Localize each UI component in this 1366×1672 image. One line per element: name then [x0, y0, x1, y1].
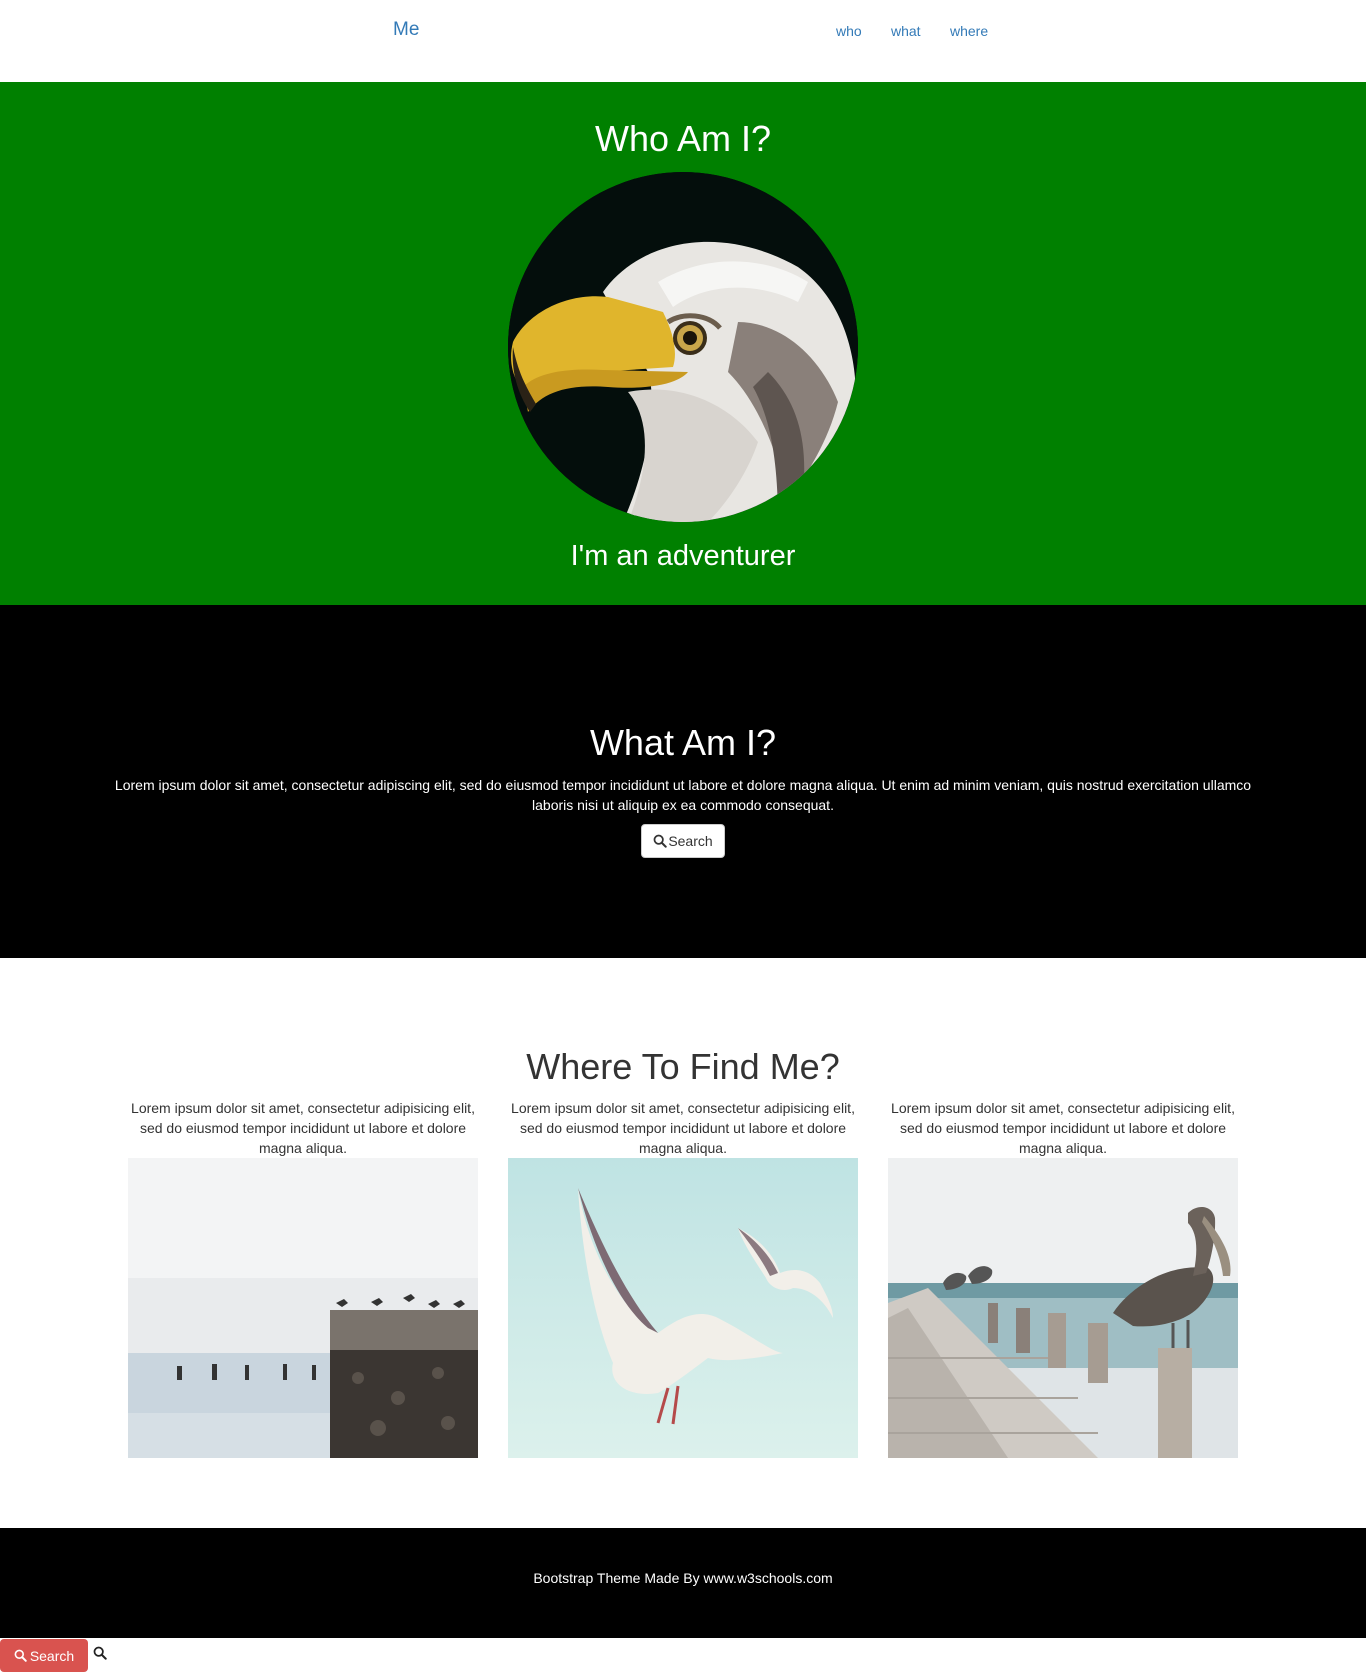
seagulls-flying-photo [508, 1158, 858, 1458]
bottom-search-label: Search [29, 1647, 75, 1664]
brand-link[interactable]: Me [393, 19, 419, 41]
nav-link-where[interactable]: where [950, 23, 988, 39]
where-column-text: Lorem ipsum dolor sit amet, consectetur … [891, 1100, 1235, 1156]
footer-link[interactable]: www.w3schools.com [704, 1570, 833, 1586]
what-search-button[interactable]: Search [641, 824, 725, 858]
where-column-2: Lorem ipsum dolor sit amet, consectetur … [508, 1098, 858, 1458]
bottom-bar: Search [0, 1638, 1366, 1672]
what-title: What Am I? [589, 722, 777, 763]
nav-link-who[interactable]: who [836, 23, 862, 39]
eagle-avatar [508, 172, 858, 522]
birds-on-pier-photo [128, 1158, 478, 1458]
where-section: Where To Find Me? Lorem ipsum dolor sit … [0, 958, 1366, 1528]
where-column-text: Lorem ipsum dolor sit amet, consectetur … [511, 1100, 855, 1156]
where-column-3: Lorem ipsum dolor sit amet, consectetur … [888, 1098, 1238, 1458]
where-column-1: Lorem ipsum dolor sit amet, consectetur … [128, 1098, 478, 1458]
nav-link-what[interactable]: what [891, 23, 921, 39]
who-tagline: I'm an adventurer [570, 540, 796, 572]
search-icon [14, 1649, 27, 1662]
who-title: Who Am I? [594, 118, 772, 159]
what-section: What Am I? Lorem ipsum dolor sit amet, c… [0, 605, 1366, 958]
search-icon [653, 834, 668, 848]
footer-credit: Bootstrap Theme Made By www.w3schools.co… [0, 1570, 1366, 1586]
where-title: Where To Find Me? [526, 1046, 840, 1087]
footer-prefix: Bootstrap Theme Made By [533, 1570, 704, 1586]
bottom-search-button[interactable]: Search [0, 1639, 88, 1672]
search-icon[interactable] [93, 1646, 107, 1660]
footer: Bootstrap Theme Made By www.w3schools.co… [0, 1528, 1366, 1638]
what-description: Lorem ipsum dolor sit amet, consectetur … [114, 777, 1252, 813]
what-search-label: Search [668, 833, 713, 849]
who-section: Who Am I? I'm an adventurer [0, 82, 1366, 605]
pelicans-on-dock-photo [888, 1158, 1238, 1458]
where-column-text: Lorem ipsum dolor sit amet, consectetur … [131, 1100, 475, 1156]
navbar: Me who what where [0, 0, 1366, 82]
